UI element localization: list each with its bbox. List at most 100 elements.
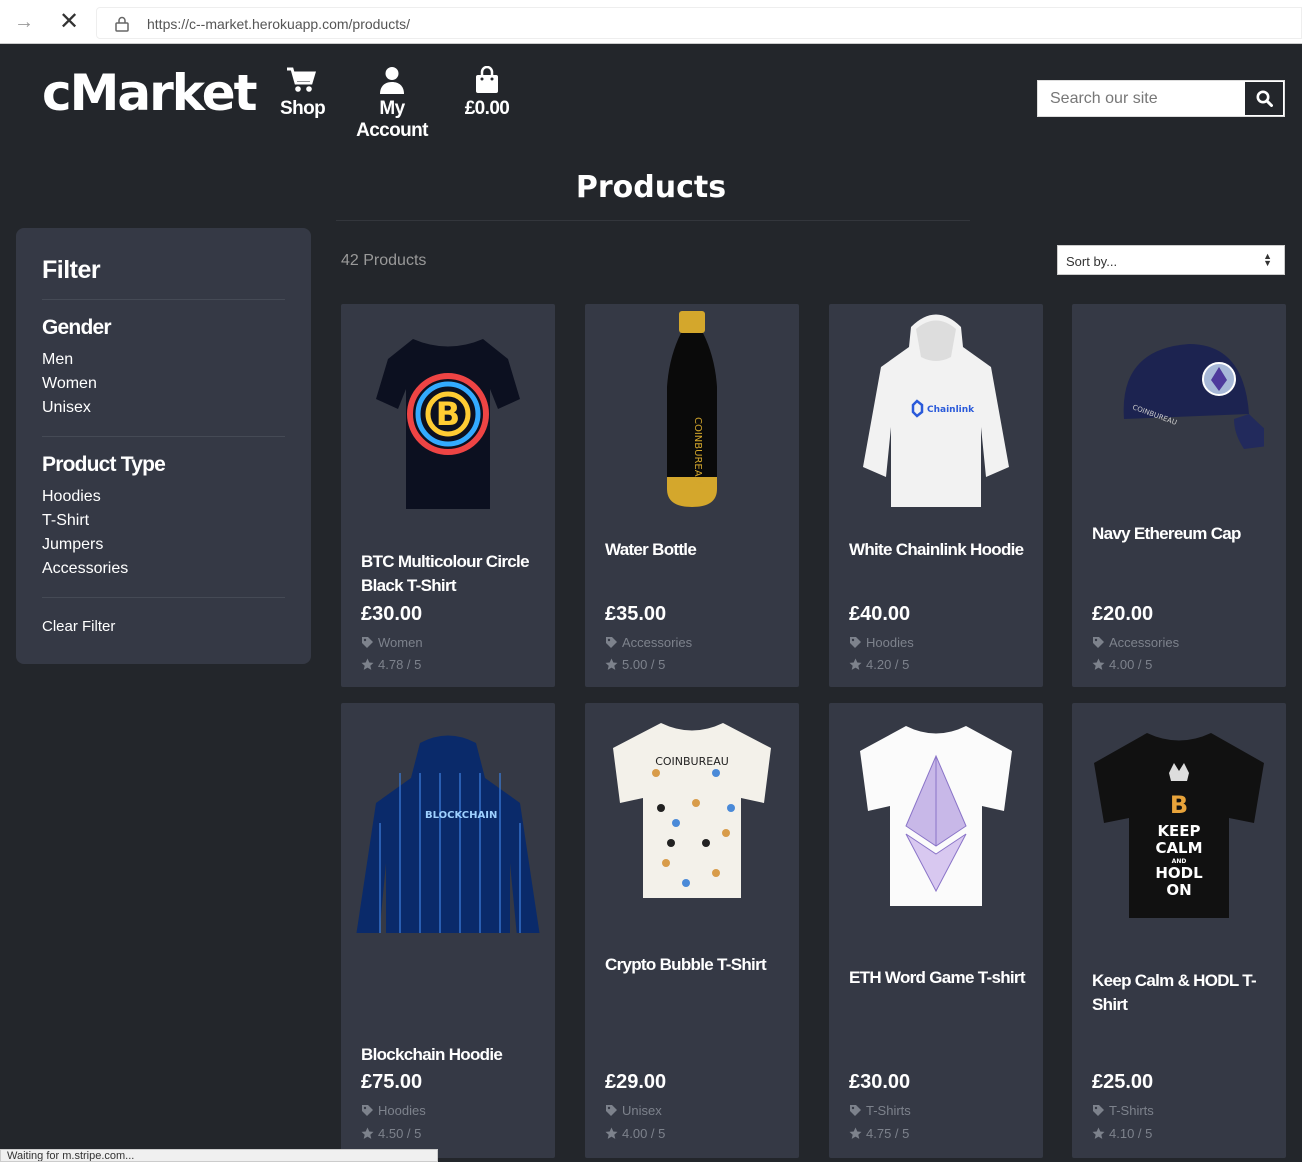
product-image[interactable]: COINBUREAU	[585, 703, 799, 913]
product-image[interactable]: COINBUREAU	[1072, 304, 1286, 474]
divider	[42, 299, 285, 300]
nav-bag-link[interactable]: £0.00	[462, 66, 512, 120]
filter-type-jumpers[interactable]: Jumpers	[42, 536, 103, 554]
product-price: £30.00	[849, 1071, 911, 1093]
product-image[interactable]: BLOCKCHAIN	[341, 703, 555, 963]
category-label: Accessories	[1109, 635, 1180, 650]
star-icon	[849, 1127, 862, 1139]
search-input[interactable]	[1038, 81, 1244, 116]
category-label: Accessories	[622, 635, 693, 650]
product-name[interactable]: ETH Word Game T-shirt	[849, 966, 1029, 990]
divider	[42, 436, 285, 437]
nav-account-link[interactable]: My Account	[344, 66, 440, 142]
product-name[interactable]: Water Bottle	[605, 538, 785, 562]
product-rating: 4.00 / 5	[605, 1126, 665, 1141]
address-bar[interactable]: https://c--market.herokuapp.com/products…	[96, 7, 1302, 39]
product-image[interactable]: COINBUREAU	[585, 304, 799, 516]
filter-type-accessories[interactable]: Accessories	[42, 560, 128, 578]
url-text: https://c--market.herokuapp.com/products…	[147, 16, 410, 32]
product-card[interactable]: B BTC Multicolour Circle Black T-Shirt £…	[341, 304, 555, 687]
product-name[interactable]: Navy Ethereum Cap	[1092, 522, 1272, 546]
product-image[interactable]: Chainlink	[829, 304, 1043, 516]
filter-title: Filter	[42, 256, 101, 284]
filter-gender-men[interactable]: Men	[42, 351, 73, 369]
star-icon	[605, 1127, 618, 1139]
rating-label: 4.10 / 5	[1109, 1126, 1153, 1141]
rating-label: 4.75 / 5	[866, 1126, 910, 1141]
product-price: £25.00	[1092, 1071, 1154, 1093]
product-card[interactable]: B KEEP CALM AND HODL ON Keep Calm & HODL T-Sh…	[1072, 703, 1286, 1158]
svg-text:COINBUREAU: COINBUREAU	[692, 417, 703, 484]
tag-icon	[1093, 1105, 1104, 1116]
category-label: Hoodies	[866, 635, 914, 650]
clear-filter-link[interactable]: Clear Filter	[42, 618, 115, 635]
star-icon	[849, 658, 862, 670]
product-card[interactable]: BLOCKCHAIN Blockchain Hoodie £75.00 Hood…	[341, 703, 555, 1158]
product-price: £30.00	[361, 603, 423, 625]
nav-shop-link[interactable]: Shop	[280, 66, 326, 120]
svg-text:B: B	[1170, 791, 1188, 819]
product-name[interactable]: Keep Calm & HODL T-Shirt	[1092, 969, 1272, 1017]
product-image[interactable]: B KEEP CALM AND HODL ON	[1072, 703, 1286, 943]
nav-bag-total: £0.00	[464, 98, 510, 119]
product-name[interactable]: BTC Multicolour Circle Black T-Shirt	[361, 550, 541, 598]
product-card[interactable]: COINBUREAU Crypto Bubble T-Shirt £29.00 …	[585, 703, 799, 1158]
product-name[interactable]: Crypto Bubble T-Shirt	[605, 953, 785, 977]
product-category: Accessories	[1092, 635, 1179, 650]
svg-text:B: B	[436, 395, 460, 433]
stop-loading-icon[interactable]: ✕	[57, 10, 81, 34]
tag-icon	[850, 1105, 861, 1116]
cart-icon	[287, 67, 316, 92]
rating-label: 4.00 / 5	[622, 1126, 666, 1141]
product-type-heading: Product Type	[42, 453, 166, 476]
filter-panel: Filter Gender Men Women Unisex Product T…	[16, 228, 311, 664]
star-icon	[361, 658, 374, 670]
sort-select[interactable]: Sort by... ▲ ▼	[1057, 245, 1285, 275]
rating-label: 4.78 / 5	[378, 657, 422, 672]
rating-label: 4.00 / 5	[1109, 657, 1153, 672]
product-image[interactable]	[829, 703, 1043, 923]
shopping-bag-icon	[476, 66, 498, 93]
product-count: 42 Products	[341, 252, 427, 269]
lock-icon	[115, 16, 129, 32]
product-card[interactable]: COINBUREAU Navy Ethereum Cap £20.00 Acce…	[1072, 304, 1286, 687]
site-logo[interactable]: cMarket	[42, 64, 258, 122]
browser-status-bar: Waiting for m.stripe.com...	[0, 1149, 438, 1162]
page-title: Products	[575, 170, 727, 205]
product-name[interactable]: Blockchain Hoodie	[361, 1043, 541, 1067]
product-card[interactable]: ETH Word Game T-shirt £30.00 T-Shirts 4.…	[829, 703, 1043, 1158]
svg-text:KEEP: KEEP	[1157, 822, 1200, 840]
star-icon	[605, 658, 618, 670]
filter-gender-unisex[interactable]: Unisex	[42, 399, 91, 417]
product-rating: 4.10 / 5	[1092, 1126, 1152, 1141]
svg-text:Chainlink: Chainlink	[927, 405, 975, 415]
product-image[interactable]: B	[341, 304, 555, 534]
divider	[42, 597, 285, 598]
product-category: Women	[361, 635, 423, 650]
user-icon	[380, 67, 404, 94]
product-rating: 4.78 / 5	[361, 657, 421, 672]
rating-label: 4.20 / 5	[866, 657, 910, 672]
select-arrows-icon: ▲ ▼	[1263, 251, 1272, 268]
product-rating: 4.00 / 5	[1092, 657, 1152, 672]
product-category: Accessories	[605, 635, 692, 650]
product-card[interactable]: COINBUREAU Water Bottle £35.00 Accessori…	[585, 304, 799, 687]
product-name[interactable]: White Chainlink Hoodie	[849, 538, 1029, 562]
tag-icon	[850, 637, 861, 648]
product-card[interactable]: Chainlink White Chainlink Hoodie £40.00 …	[829, 304, 1043, 687]
filter-gender-women[interactable]: Women	[42, 375, 97, 393]
filter-type-hoodies[interactable]: Hoodies	[42, 488, 101, 506]
product-category: T-Shirts	[849, 1103, 911, 1118]
search-button[interactable]	[1244, 81, 1284, 116]
star-icon	[361, 1127, 374, 1139]
tag-icon	[606, 1105, 617, 1116]
product-price: £20.00	[1092, 603, 1154, 625]
forward-arrow-icon[interactable]: →	[12, 10, 36, 34]
filter-type-tshirt[interactable]: T-Shirt	[42, 512, 89, 530]
product-rating: 4.20 / 5	[849, 657, 909, 672]
tag-icon	[362, 1105, 373, 1116]
star-icon	[1092, 1127, 1105, 1139]
rating-label: 5.00 / 5	[622, 657, 666, 672]
product-price: £35.00	[605, 603, 667, 625]
rating-label: 4.50 / 5	[378, 1126, 422, 1141]
